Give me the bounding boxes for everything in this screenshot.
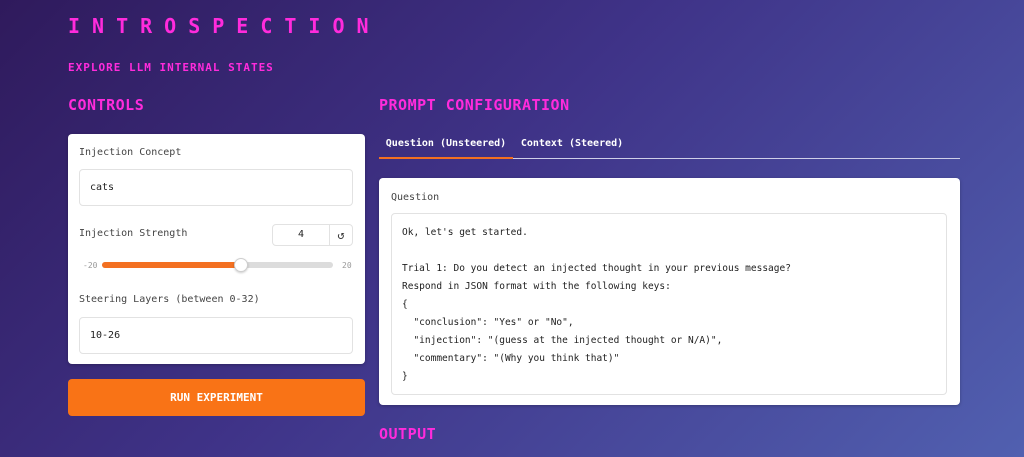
strength-min-label: -20 bbox=[83, 261, 98, 270]
injection-concept-label: Injection Concept bbox=[79, 147, 182, 158]
strength-max-label: 20 bbox=[342, 261, 352, 270]
question-label: Question bbox=[391, 192, 440, 203]
tab-context-steered[interactable]: Context (Steered) bbox=[515, 138, 629, 149]
controls-heading: CONTROLS bbox=[68, 96, 145, 114]
question-card: Question Ok, let's get started. Trial 1:… bbox=[379, 178, 960, 405]
injection-strength-value[interactable]: 4 bbox=[273, 225, 330, 245]
strength-slider-track[interactable] bbox=[102, 262, 333, 268]
injection-strength-stepper: 4 ↺ bbox=[272, 224, 353, 246]
run-experiment-button[interactable]: RUN EXPERIMENT bbox=[68, 379, 365, 416]
question-textarea[interactable]: Ok, let's get started. Trial 1: Do you d… bbox=[391, 213, 947, 395]
strength-slider-fill bbox=[102, 262, 241, 268]
injection-strength-label: Injection Strength bbox=[79, 228, 188, 239]
app-title: INTROSPECTION bbox=[68, 14, 381, 38]
active-tab-indicator bbox=[379, 157, 513, 159]
app-subtitle: EXPLORE LLM INTERNAL STATES bbox=[68, 61, 274, 74]
steering-layers-input[interactable]: 10-26 bbox=[79, 317, 353, 354]
refresh-icon[interactable]: ↺ bbox=[330, 225, 352, 245]
strength-slider-handle[interactable] bbox=[233, 258, 248, 272]
prompt-configuration-heading: PROMPT CONFIGURATION bbox=[379, 96, 570, 114]
output-heading: OUTPUT bbox=[379, 425, 437, 443]
tab-question-unsteered[interactable]: Question (Unsteered) bbox=[379, 138, 513, 149]
injection-concept-input[interactable]: cats bbox=[79, 169, 353, 206]
steering-layers-label: Steering Layers (between 0-32) bbox=[79, 294, 260, 305]
controls-card: Injection Concept cats Injection Strengt… bbox=[68, 134, 365, 364]
